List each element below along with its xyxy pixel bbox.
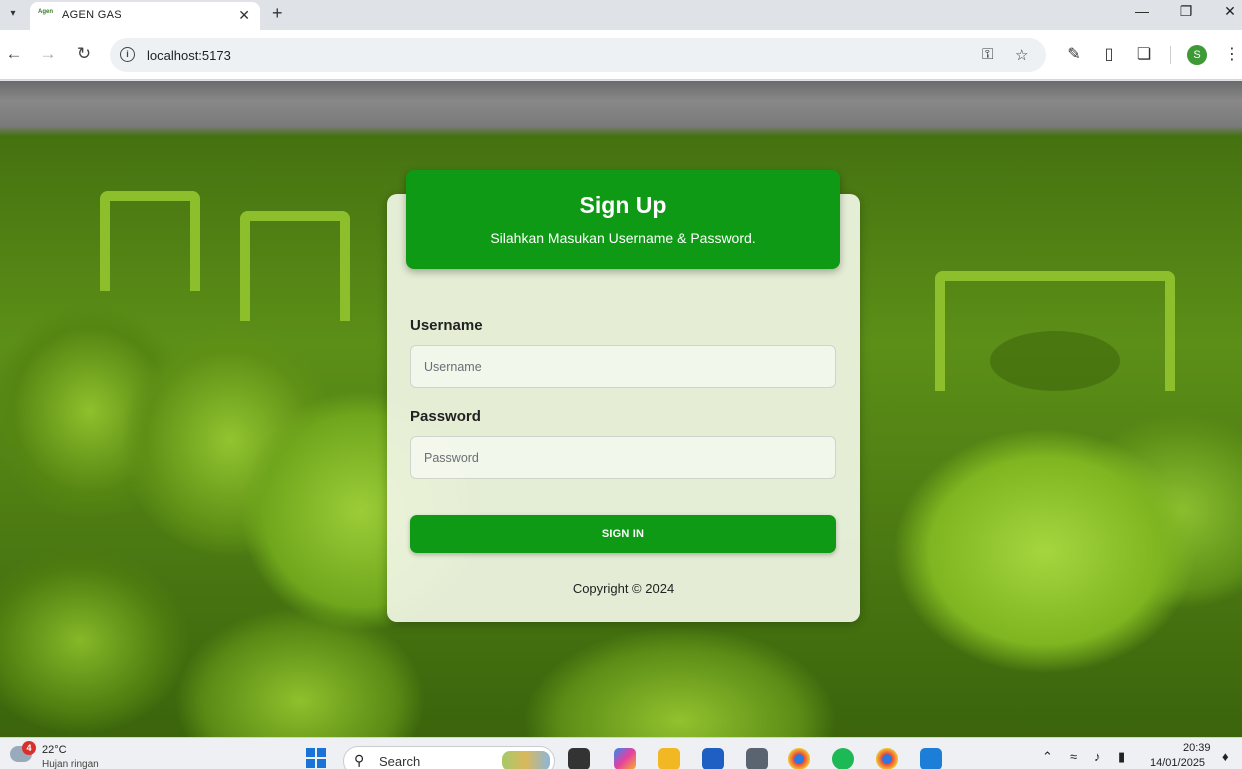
card-header: Sign Up Silahkan Masukan Username & Pass… bbox=[406, 170, 840, 269]
kebab-menu-icon[interactable]: ⋮ bbox=[1222, 44, 1242, 64]
sign-in-button[interactable]: SIGN IN bbox=[410, 515, 836, 553]
store-icon[interactable] bbox=[702, 748, 724, 769]
wifi-icon[interactable]: ≈ bbox=[1070, 749, 1077, 764]
clock-date[interactable]: 14/01/2025 bbox=[1150, 757, 1205, 769]
key-icon[interactable]: ⚿ bbox=[982, 46, 993, 63]
chrome-profile-icon[interactable] bbox=[876, 748, 898, 769]
search-label: Search bbox=[379, 754, 421, 769]
vscode-icon[interactable] bbox=[920, 748, 942, 769]
cylinder-handle-decoration bbox=[100, 191, 200, 291]
file-explorer-icon[interactable] bbox=[568, 748, 590, 769]
spotify-icon[interactable] bbox=[832, 748, 854, 769]
copilot-icon[interactable] bbox=[614, 748, 636, 769]
avatar[interactable]: S bbox=[1187, 45, 1207, 65]
chrome-icon[interactable] bbox=[788, 748, 810, 769]
toolbar-divider bbox=[1170, 46, 1171, 64]
taskbar-search[interactable]: ⚲ Search bbox=[343, 746, 555, 769]
minimize-icon[interactable]: — bbox=[1132, 3, 1152, 19]
battery-icon[interactable]: ▮ bbox=[1118, 749, 1125, 765]
url-text[interactable]: localhost:5173 bbox=[147, 48, 231, 63]
close-tab-icon[interactable]: ✕ bbox=[238, 7, 250, 24]
card-subtitle: Silahkan Masukan Username & Password. bbox=[490, 230, 756, 246]
tab-title: AGEN GAS bbox=[62, 9, 122, 21]
chevron-down-icon[interactable]: ▾ bbox=[4, 5, 22, 23]
camera-icon[interactable] bbox=[746, 748, 768, 769]
cylinder-top-decoration bbox=[990, 331, 1120, 391]
side-panel-icon[interactable]: ▯ bbox=[1099, 44, 1119, 64]
password-input[interactable] bbox=[410, 436, 836, 479]
username-label: Username bbox=[410, 317, 483, 334]
pen-icon[interactable]: ✎ bbox=[1064, 44, 1084, 64]
search-highlight-icon bbox=[502, 751, 550, 769]
favicon-icon: Agen bbox=[38, 9, 54, 21]
browser-tab[interactable]: Agen AGEN GAS ✕ bbox=[30, 2, 260, 30]
cylinder-handle-decoration bbox=[240, 211, 350, 321]
back-arrow-icon[interactable]: ← bbox=[4, 44, 24, 64]
notification-badge: 4 bbox=[22, 741, 36, 755]
search-icon: ⚲ bbox=[354, 752, 365, 768]
forward-arrow-icon[interactable]: → bbox=[38, 44, 58, 64]
volume-icon[interactable]: ♪ bbox=[1094, 749, 1101, 764]
copyright-text: Copyright © 2024 bbox=[572, 581, 675, 596]
star-icon[interactable]: ☆ bbox=[1015, 46, 1028, 64]
plus-icon[interactable]: + bbox=[272, 3, 283, 24]
favicon-text: Agen bbox=[38, 9, 53, 15]
taskbar: 4 22°C Hujan ringan ⚲ Search ⌃ ≈ ♪ ▮ 20:… bbox=[0, 737, 1242, 769]
page-title: Sign Up bbox=[579, 192, 667, 218]
password-label: Password bbox=[410, 408, 481, 425]
browser-tab-strip: ▾ Agen AGEN GAS ✕ + — ❐ ✕ bbox=[0, 0, 1242, 30]
chevron-up-icon[interactable]: ⌃ bbox=[1042, 749, 1053, 765]
clock-time[interactable]: 20:39 bbox=[1183, 742, 1211, 754]
restore-icon[interactable]: ❐ bbox=[1176, 3, 1196, 20]
weather-description[interactable]: Hujan ringan bbox=[42, 759, 99, 769]
weather-temperature[interactable]: 22°C bbox=[42, 744, 67, 756]
close-window-icon[interactable]: ✕ bbox=[1220, 3, 1240, 20]
notification-bell-icon[interactable]: ♦ bbox=[1222, 749, 1229, 764]
username-input[interactable] bbox=[410, 345, 836, 388]
browser-toolbar: ← → ↻ i localhost:5173 ⚿ ☆ ✎ ▯ ❏ S ⋮ bbox=[0, 30, 1242, 80]
address-bar[interactable]: i localhost:5173 ⚿ ☆ bbox=[110, 38, 1046, 72]
info-icon[interactable]: i bbox=[120, 47, 135, 62]
reload-icon[interactable]: ↻ bbox=[74, 44, 94, 64]
page-background: Sign Up Silahkan Masukan Username & Pass… bbox=[0, 81, 1242, 737]
windows-start-icon[interactable] bbox=[306, 748, 326, 768]
folder-icon[interactable] bbox=[658, 748, 680, 769]
puzzle-icon[interactable]: ❏ bbox=[1134, 44, 1154, 64]
